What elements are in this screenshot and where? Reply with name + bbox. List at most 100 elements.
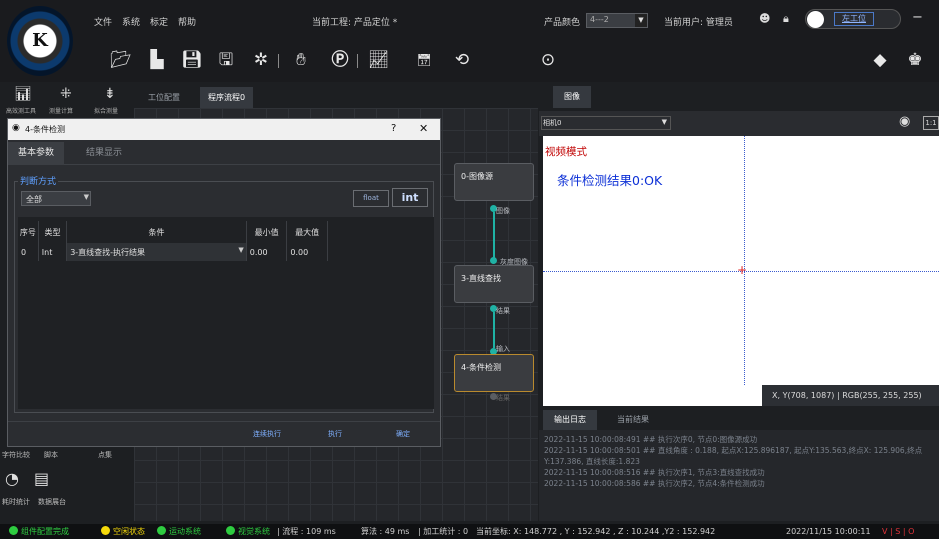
col-type: 类型 [38,221,68,243]
product-color-label: 产品颜色 [544,18,581,28]
log-output[interactable]: 2022-11-15 10:00:08:491 ## 执行次序0, 节点0:图像… [539,430,939,521]
station-toggle[interactable]: 左工位 [805,9,901,29]
tool-data-board[interactable]: 数据展台 [38,497,66,507]
mode-text: 视频模式 [545,146,587,158]
node-image-source[interactable]: 0-图像源 [454,163,534,201]
menu-calibrate[interactable]: 标定 [150,15,168,28]
node-input-pin[interactable] [490,257,497,264]
chart-icon[interactable]: 📈︎ [368,50,390,70]
chevron-down-icon: ▼ [238,246,244,254]
table-header-row: 序号 类型 条件 最小值 最大值 [18,221,328,243]
hand-icon[interactable]: ✋︎ [291,50,311,70]
col-index: 序号 [18,221,39,243]
tab-result-display[interactable]: 结果显示 [76,142,132,165]
status-idle: 空闲状态 [101,524,145,539]
camera-icon[interactable]: ⊙ [538,50,558,70]
image-view[interactable]: 视频模式 条件检测结果0:OK + [543,136,939,406]
product-color-select[interactable]: 4---2 ▼ [586,13,648,28]
alert-icon[interactable]: ◆ [870,50,890,70]
parking-icon[interactable]: Ⓟ [330,50,350,70]
status-algo-time: 算法 : 49 ms [361,527,410,536]
app-window: K 文件 系统 标定 帮助 当前工程: 产品定位 * 产品颜色 4---2 ▼ … [0,0,939,539]
execute-button[interactable]: 执行 [304,426,366,442]
clock-icon[interactable]: ◔ [5,469,19,488]
mode-select[interactable]: 全部 ▼ [21,191,91,206]
confirm-button[interactable]: 确定 [372,426,434,442]
node-condition-check[interactable]: 4-条件检测 [454,354,534,392]
pin-label: 输入 [496,345,510,353]
tab-program-flow[interactable]: 程序流程0 [200,87,254,108]
toggle-knob [807,11,824,28]
status-datetime: 2022/11/15 10:00:11 [786,527,871,536]
menu-help[interactable]: 帮助 [178,15,196,28]
new-file-icon[interactable]: ▙ [147,50,167,70]
tab-output-log[interactable]: 输出日志 [543,410,597,430]
status-flow-time: | 流程 : 109 ms [277,527,336,536]
table-icon[interactable]: ▤ [34,469,49,488]
calendar-icon[interactable]: 📅︎ [414,50,434,70]
settings-icon[interactable]: ✲ [251,50,271,70]
scale-button[interactable]: 1:1 [923,116,939,130]
help-icon[interactable]: ? [391,123,396,134]
int-button[interactable]: int [392,188,428,207]
cell-min[interactable]: 0.00 [246,243,288,261]
title-toolbar: K 文件 系统 标定 帮助 当前工程: 产品定位 * 产品颜色 4---2 ▼ … [0,0,939,82]
product-color-value: 4---2 [590,15,609,24]
measure-icon[interactable]: ⁜ [60,86,72,102]
camera-value: 相机0 [543,119,562,127]
tab-basic-params[interactable]: 基本参数 [8,142,65,165]
menu-system[interactable]: 系统 [122,15,140,28]
camera-3d-icon[interactable]: ⟲ [452,50,472,70]
coordinate-readout: X, Y(708, 1087) | RGB(255, 255, 255) [762,385,939,406]
toolbar-separator [278,54,279,68]
logo-letter: K [32,30,48,51]
tab-station-config[interactable]: 工位配置 [140,87,188,108]
save-icon[interactable]: 💾︎ [181,50,203,70]
table-row[interactable]: 0 Int 3-直线查找-执行结果 ▼ 0.00 0.00 [18,243,328,261]
current-user: 当前用户: 管理员 [664,18,733,28]
status-component: 组件配置完成 [9,524,69,539]
cell-index: 0 [18,243,39,261]
eye-icon[interactable]: ◉ [899,114,910,129]
station-button[interactable]: 左工位 [834,12,874,26]
connection-wire [493,212,495,258]
bar-chart-icon[interactable]: 📊︎ [14,86,32,102]
vertical-guide [744,136,745,385]
col-max: 最大值 [286,221,328,243]
log-line: 2022-11-15 10:00:08:491 ## 执行次序0, 节点0:图像… [544,435,758,444]
pin-label: 图像 [496,207,510,215]
image-toolbar: 相机0 ▼ ◉ 1:1 [539,111,939,136]
status-process-count: | 加工统计 : 0 [418,527,469,536]
canvas-tabs: 工位配置 程序流程0 [134,84,538,108]
pin-label: 结果 [496,307,510,315]
tool-char-compare[interactable]: 字符比较 [2,450,30,460]
chevron-down-icon: ▼ [635,14,647,27]
dialog-footer: 连续执行 执行 确定 [8,421,440,445]
connection-wire [493,312,495,348]
tab-current-result[interactable]: 当前结果 [609,410,657,430]
float-button[interactable]: float [353,190,389,207]
tool-time-stats[interactable]: 耗时统计 [2,497,30,507]
menu-file[interactable]: 文件 [94,15,112,28]
cell-max[interactable]: 0.00 [286,243,328,261]
tab-image[interactable]: 图像 [553,86,591,108]
tool-point-set[interactable]: 点集 [98,450,112,460]
close-icon[interactable]: ✕ [419,122,428,135]
minimize-icon[interactable]: − [912,10,923,25]
tool-script[interactable]: 脚本 [44,450,58,460]
camera-select[interactable]: 相机0 ▼ [541,116,671,130]
node-title: 4-条件检测 [461,363,501,372]
continuous-execute-button[interactable]: 连续执行 [236,426,298,442]
col-condition: 条件 [66,221,247,243]
cell-condition[interactable]: 3-直线查找-执行结果 ▼ [66,243,247,261]
user-settings-icon[interactable]: ♚ [905,50,925,70]
user-icon[interactable]: ☻ [759,12,770,25]
condition-check-dialog: ◉ 4-条件检测 ? ✕ 基本参数 结果显示 判断方式 全部 ▼ float i… [7,118,441,447]
status-dot [9,526,18,535]
open-folder-icon[interactable]: 📂︎ [110,50,132,70]
save-as-icon[interactable]: 🖫 [216,50,236,70]
lock-icon[interactable]: 🔒︎ [783,12,789,26]
node-line-find[interactable]: 3-直线查找 [454,265,534,303]
fit-icon[interactable]: ⇟ [104,86,116,102]
status-dot [157,526,166,535]
